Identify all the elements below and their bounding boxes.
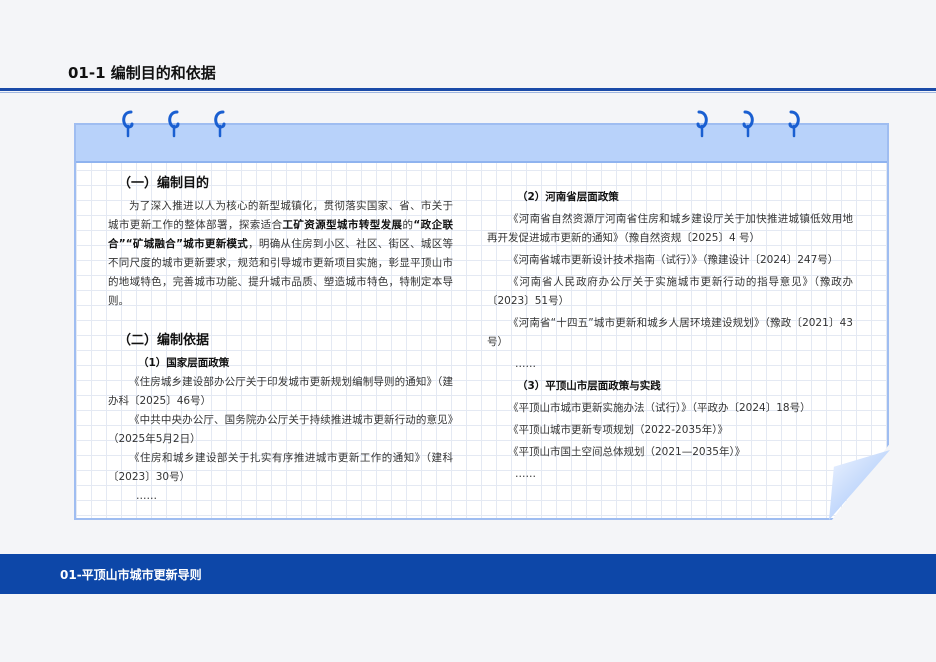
footer-bar: 01-平顶山市城市更新导则 — [0, 554, 936, 594]
policy-item: 《河南省城市更新设计技术指南（试行）》（豫建设计〔2024〕247号） — [508, 254, 839, 266]
purpose-paragraph: 为了深入推进以人为核心的新型城镇化，贯彻落实国家、省、市关于城市更新工作的整体部… — [108, 197, 453, 311]
spiral-ring-icon — [168, 110, 180, 138]
purpose-bold-1: 工矿资源型城市转型发展 — [282, 219, 403, 231]
ellipsis: …… — [515, 468, 536, 480]
spiral-ring-icon — [214, 110, 226, 138]
right-column: （2）河南省层面政策 《河南省自然资源厅河南省住房和城乡建设厅关于加快推进城镇低… — [487, 188, 853, 484]
policy-item: 《中共中央办公厅、国务院办公厅关于持续推进城市更新行动的意见》（2025年5月2… — [108, 414, 453, 445]
policy-item: 《平顶山市国土空间总体规划（2021—2035年）》 — [508, 446, 746, 458]
national-heading: （1）国家层面政策 — [138, 357, 230, 369]
policy-item: 《河南省自然资源厅河南省住房和城乡建设厅关于加快推进城镇低效用地再开发促进城市更… — [487, 213, 853, 244]
purpose-text: 的 — [402, 219, 414, 231]
ellipsis: …… — [515, 358, 536, 370]
policy-item: 《河南省人民政府办公厅关于实施城市更新行动的指导意见》（豫政办〔2023〕51号… — [487, 276, 853, 307]
policy-item: 《住房城乡建设部办公厅关于印发城市更新规划编制导则的通知》（建办科〔2025〕4… — [108, 376, 453, 407]
title-rule-thin — [0, 92, 936, 93]
pds-heading: （3）平顶山市层面政策与实践 — [517, 380, 661, 392]
spiral-ring-icon — [788, 110, 800, 138]
footer-title: 01-平顶山市城市更新导则 — [60, 568, 202, 582]
title-rule — [0, 88, 936, 91]
policy-item: 《平顶山城市更新专项规划（2022-2035年）》 — [508, 424, 728, 436]
policy-item: 《平顶山市城市更新实施办法（试行）》（平政办〔2024〕18号） — [508, 402, 811, 414]
policy-item: 《河南省“十四五”城市更新和城乡人居环境建设规划》（豫政〔2021〕43号） — [487, 317, 853, 348]
henan-heading: （2）河南省层面政策 — [517, 191, 619, 203]
spiral-ring-icon — [696, 110, 708, 138]
policy-item: 《住房和城乡建设部关于扎实有序推进城市更新工作的通知》（建科〔2023〕30号） — [108, 452, 453, 483]
basis-heading: （二）编制依据 — [118, 333, 210, 348]
spiral-ring-icon — [122, 110, 134, 138]
page-title: 01-1 编制目的和依据 — [68, 64, 216, 82]
purpose-heading: （一）编制目的 — [118, 176, 210, 191]
left-column: （一）编制目的 为了深入推进以人为核心的新型城镇化，贯彻落实国家、省、市关于城市… — [108, 174, 453, 506]
notebook-header-band — [76, 125, 887, 163]
spiral-ring-icon — [742, 110, 754, 138]
ellipsis: …… — [136, 490, 157, 502]
